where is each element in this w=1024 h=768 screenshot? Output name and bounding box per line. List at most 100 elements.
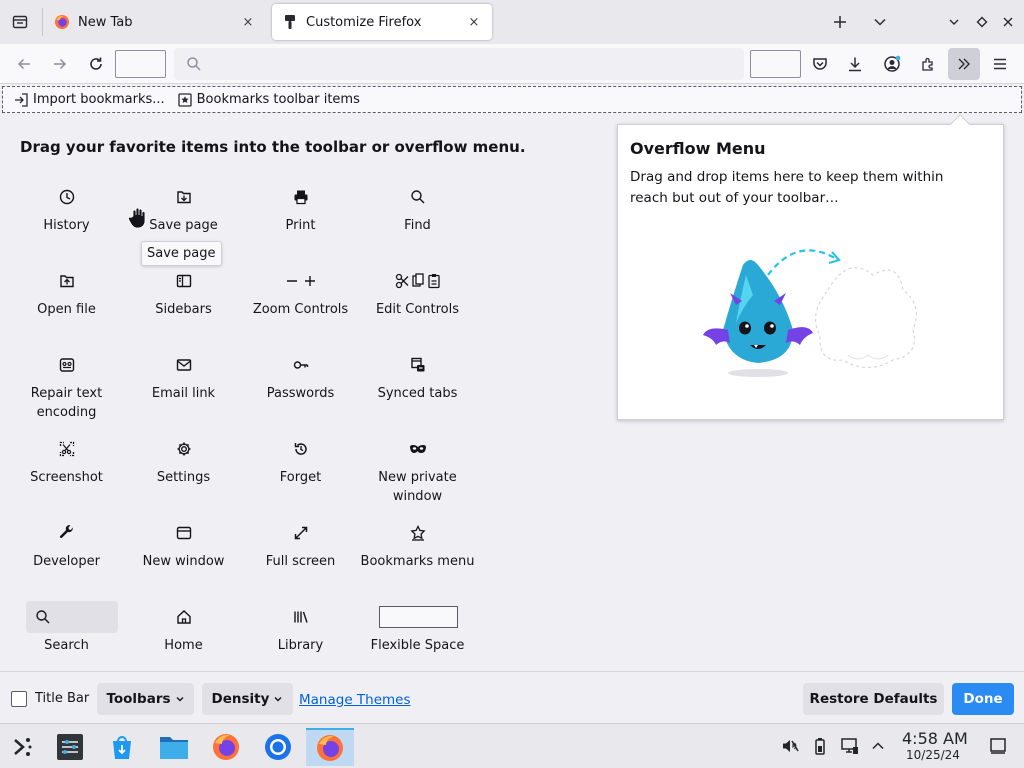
close-icon <box>1003 17 1013 27</box>
density-button[interactable]: Density <box>202 683 293 715</box>
palette-item-bookmarks-menu[interactable]: Bookmarks menu <box>359 512 476 590</box>
chevron-down-icon <box>874 18 886 26</box>
close-window-button[interactable] <box>996 10 1020 34</box>
application-launcher-icon[interactable] <box>2 728 42 766</box>
tab-customize-firefox[interactable]: Customize Firefox × <box>272 4 492 40</box>
manage-themes-link[interactable]: Manage Themes <box>299 692 411 708</box>
palette-item-new-private-window[interactable]: New private window <box>359 428 476 506</box>
maximize-window-button[interactable] <box>970 10 994 34</box>
flexible-space-placeholder[interactable] <box>115 50 166 78</box>
palette-item-library[interactable]: Library <box>242 596 359 674</box>
toolbars-button[interactable]: Toolbars <box>97 683 194 715</box>
battery-icon[interactable] <box>810 736 830 756</box>
home-icon <box>175 608 193 626</box>
file-manager-icon[interactable] <box>154 728 194 766</box>
show-desktop-icon[interactable] <box>988 736 1008 756</box>
forward-button[interactable] <box>48 52 72 76</box>
palette-item-label: Email link <box>151 386 216 401</box>
overflow-menu-button[interactable] <box>948 48 980 80</box>
extensions-button[interactable] <box>916 52 940 76</box>
pocket-button[interactable] <box>808 52 832 76</box>
library-icon <box>292 608 310 626</box>
palette-item-label: Full screen <box>265 554 336 569</box>
firefox-active-icon[interactable] <box>306 728 354 766</box>
close-tab-icon[interactable]: × <box>240 14 256 30</box>
palette-item-screenshot[interactable]: Screenshot <box>8 428 125 506</box>
discover-store-icon[interactable] <box>102 728 142 766</box>
app-menu-button[interactable] <box>988 52 1012 76</box>
palette-item-print[interactable]: Print <box>242 176 359 254</box>
account-icon <box>884 55 901 72</box>
tab-new-tab[interactable]: New Tab × <box>44 4 266 40</box>
wrench-icon <box>58 524 76 542</box>
title-bar-label: Title Bar <box>35 691 90 706</box>
palette-item-developer[interactable]: Developer <box>8 512 125 590</box>
bookmarks-toolbar-items[interactable]: Bookmarks toolbar items <box>177 92 360 108</box>
open-file-icon <box>58 272 76 290</box>
palette-item-sidebars[interactable]: Sidebars <box>125 260 242 338</box>
url-bar[interactable] <box>174 48 744 80</box>
palette-item-new-window[interactable]: New window <box>125 512 242 590</box>
palette-item-label: Search <box>44 638 89 653</box>
palette-item-open-file[interactable]: Open file <box>8 260 125 338</box>
account-button[interactable] <box>880 52 904 76</box>
palette-item-synced-tabs[interactable]: Synced tabs <box>359 344 476 422</box>
back-button[interactable] <box>12 52 36 76</box>
clock-date[interactable]: 10/25/24 <box>906 748 960 762</box>
zoom-icon <box>284 272 318 290</box>
bookmarks-toolbar-items-label: Bookmarks toolbar items <box>196 92 360 107</box>
palette-item-find[interactable]: Find <box>359 176 476 254</box>
palette-item-repair-text-encoding[interactable]: Repair text encoding <box>8 344 125 422</box>
palette-item-label: History <box>43 218 90 233</box>
palette-item-label: Home <box>164 638 203 653</box>
palette-item-edit-controls[interactable]: Edit Controls <box>359 260 476 338</box>
firefox-icon[interactable] <box>206 728 246 766</box>
fullscreen-icon <box>292 524 310 542</box>
done-button[interactable]: Done <box>952 683 1014 715</box>
new-tab-button[interactable] <box>828 10 852 34</box>
clock-time[interactable]: 4:58 AM <box>902 729 968 748</box>
paintbrush-icon <box>282 14 298 30</box>
import-bookmarks-button[interactable]: Import bookmarks... <box>13 92 165 108</box>
firefox-view-icon <box>12 15 28 29</box>
chevron-up-icon[interactable] <box>868 736 888 756</box>
text-encoding-icon <box>58 356 76 374</box>
palette-item-full-screen[interactable]: Full screen <box>242 512 359 590</box>
tooltip: Save page <box>141 241 222 266</box>
palette-item-passwords[interactable]: Passwords <box>242 344 359 422</box>
private-mask-icon <box>409 440 427 458</box>
magnifier-icon <box>409 188 427 206</box>
volume-muted-icon[interactable] <box>780 736 800 756</box>
chromium-icon[interactable] <box>258 728 298 766</box>
palette-item-label: Print <box>285 218 316 233</box>
palette-item-label: Find <box>404 218 431 233</box>
palette-item-settings[interactable]: Settings <box>125 428 242 506</box>
close-tab-icon[interactable]: × <box>466 14 482 30</box>
flexible-space-placeholder[interactable] <box>750 50 801 78</box>
firefox-view-button[interactable] <box>8 10 32 34</box>
reload-button[interactable] <box>84 52 108 76</box>
palette-item-zoom-controls[interactable]: Zoom Controls <box>242 260 359 338</box>
palette-item-label: Synced tabs <box>377 386 458 401</box>
download-icon <box>849 57 861 72</box>
list-all-tabs-button[interactable] <box>868 10 892 34</box>
title-bar-checkbox[interactable] <box>11 691 27 707</box>
overflow-menu-panel: Overflow Menu Drag and drop items here t… <box>617 114 1004 420</box>
palette-item-label: Developer <box>33 554 100 569</box>
restore-defaults-button[interactable]: Restore Defaults <box>803 683 944 715</box>
pocket-icon <box>813 58 827 70</box>
palette-item-home[interactable]: Home <box>125 596 242 674</box>
minimize-window-button[interactable] <box>942 10 966 34</box>
arrow-left-icon <box>17 58 30 70</box>
palette-item-label: Passwords <box>266 386 335 401</box>
downloads-button[interactable] <box>843 52 867 76</box>
palette-item-forget[interactable]: Forget <box>242 428 359 506</box>
density-label: Density <box>211 691 270 707</box>
system-settings-icon[interactable] <box>50 728 90 766</box>
taskbar: 4:58 AM 10/25/24 <box>0 723 1024 768</box>
palette-item-label: Library <box>277 638 324 653</box>
palette-item-email-link[interactable]: Email link <box>125 344 242 422</box>
palette-item-history[interactable]: History <box>8 176 125 254</box>
tab-strip: New Tab × Customize Firefox × <box>0 0 1024 44</box>
network-wired-icon[interactable] <box>840 736 860 756</box>
